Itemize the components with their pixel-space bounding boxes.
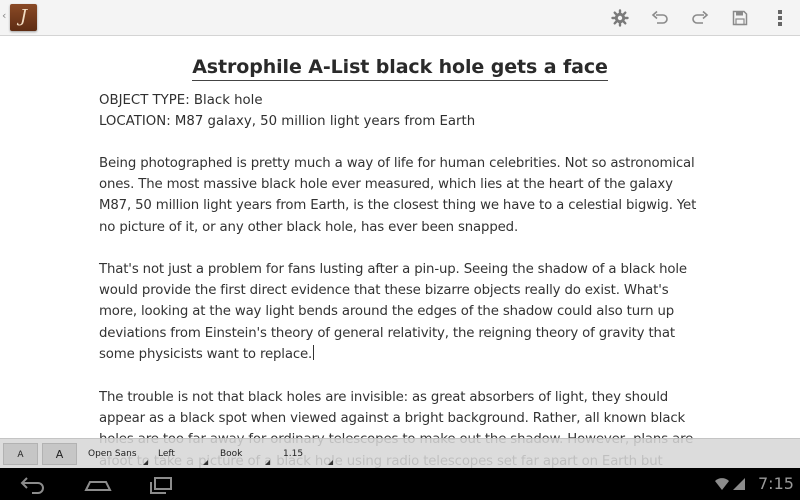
up-caret-icon[interactable]: ‹ xyxy=(2,10,6,21)
signal-icon xyxy=(733,478,745,490)
format-toolbar: A A Open Sans Left Book 1.15 xyxy=(0,438,800,468)
text-cursor xyxy=(313,344,315,360)
line-spacing-value: 1.15 xyxy=(283,449,304,459)
font-style-value: Book xyxy=(220,449,243,459)
decrease-font-size-label: A xyxy=(17,450,24,460)
location-line[interactable]: LOCATION: M87 galaxy, 50 million light y… xyxy=(99,111,475,132)
paragraph-2[interactable]: That's not just a problem for fans lusti… xyxy=(99,259,704,365)
overflow-menu-icon[interactable] xyxy=(767,5,793,31)
document-title-text[interactable]: Astrophile A-List black hole gets a face xyxy=(192,56,608,81)
app-icon[interactable]: J xyxy=(10,4,37,31)
paragraph-2-text: That's not just a problem for fans lusti… xyxy=(99,262,687,362)
settings-icon[interactable] xyxy=(607,5,633,31)
alignment-value: Left xyxy=(158,449,175,459)
paragraph-1[interactable]: Being photographed is pretty much a way … xyxy=(99,153,704,238)
line-spacing-dropdown[interactable]: 1.15 xyxy=(283,443,333,465)
redo-icon[interactable] xyxy=(687,5,713,31)
document-title: Astrophile A-List black hole gets a face xyxy=(0,56,800,81)
dropdown-corner-icon xyxy=(203,460,208,465)
decrease-font-size-button[interactable]: A xyxy=(3,443,38,465)
action-bar: ‹ J xyxy=(0,0,800,36)
clock: 7:15 xyxy=(758,474,794,493)
recent-apps-icon[interactable] xyxy=(146,474,182,494)
system-nav-bar: 7:15 xyxy=(0,468,800,500)
font-style-dropdown[interactable]: Book xyxy=(220,443,270,465)
font-family-value: Open Sans xyxy=(88,449,137,459)
status-area[interactable]: 7:15 xyxy=(670,468,800,500)
dropdown-corner-icon xyxy=(265,460,270,465)
object-type-line[interactable]: OBJECT TYPE: Black hole xyxy=(99,90,263,111)
back-icon[interactable] xyxy=(18,474,54,494)
dropdown-corner-icon xyxy=(328,460,333,465)
dropdown-corner-icon xyxy=(143,460,148,465)
alignment-dropdown[interactable]: Left xyxy=(158,443,208,465)
app-icon-letter: J xyxy=(19,6,28,27)
undo-icon[interactable] xyxy=(647,5,673,31)
home-icon[interactable] xyxy=(82,474,118,494)
save-icon[interactable] xyxy=(727,5,753,31)
increase-font-size-button[interactable]: A xyxy=(42,443,77,465)
wifi-icon xyxy=(715,478,729,490)
increase-font-size-label: A xyxy=(55,448,64,461)
font-family-dropdown[interactable]: Open Sans xyxy=(88,443,148,465)
